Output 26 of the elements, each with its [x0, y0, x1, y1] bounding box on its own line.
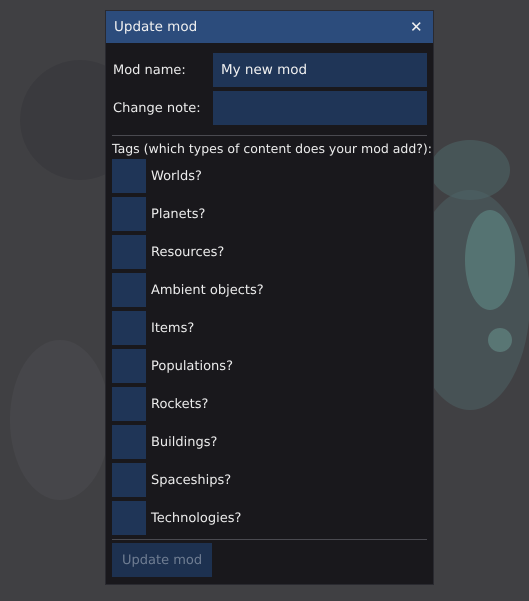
checkbox-label: Worlds?	[151, 168, 202, 184]
checkbox[interactable]	[112, 273, 146, 307]
checkbox-label: Planets?	[151, 206, 206, 222]
input-field[interactable]	[213, 91, 427, 125]
checkbox-label: Ambient objects?	[151, 282, 264, 298]
checkbox-label: Technologies?	[151, 510, 242, 526]
checkbox[interactable]	[112, 501, 146, 535]
field-label: Change note:	[112, 100, 202, 116]
checkbox-label: Rockets?	[151, 396, 208, 412]
checkbox[interactable]	[112, 311, 146, 345]
field-label: Mod name:	[112, 62, 187, 78]
checkbox-label: Resources?	[151, 244, 224, 260]
checkbox[interactable]	[112, 425, 146, 459]
checkbox-label: Items?	[151, 320, 194, 336]
input-field[interactable]: My new mod	[213, 53, 427, 87]
checkbox[interactable]	[112, 463, 146, 497]
checkbox[interactable]	[112, 349, 146, 383]
checkbox-label: Populations?	[151, 358, 233, 374]
close-button[interactable]: ✕	[406, 18, 427, 36]
checkbox[interactable]	[112, 197, 146, 231]
checkbox-label: Buildings?	[151, 434, 218, 450]
checkbox[interactable]	[112, 387, 146, 421]
window-title: Update mod	[114, 19, 198, 35]
checkbox[interactable]	[112, 235, 146, 269]
checkbox[interactable]	[112, 159, 146, 193]
checkbox-label: Spaceships?	[151, 472, 232, 488]
